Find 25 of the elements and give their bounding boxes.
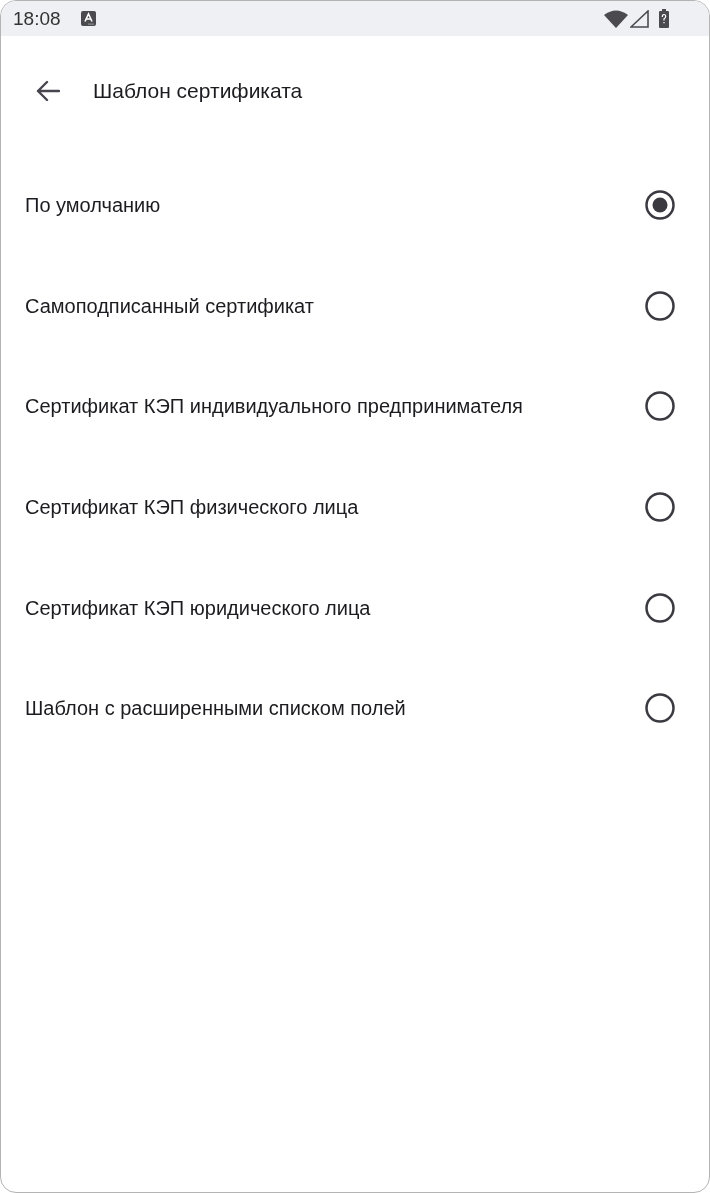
option-label: Самоподписанный сертификат — [25, 293, 315, 319]
option-row[interactable]: Сертификат КЭП физического лица — [1, 456, 709, 558]
option-label: Сертификат КЭП индивидуального предпринимателя — [25, 394, 524, 420]
app-notification-icon — [80, 11, 96, 26]
option-label: Шаблон с расширенными списком полей — [25, 696, 407, 722]
option-row[interactable]: Шаблон с расширенными списком полей — [1, 657, 709, 759]
radio-selected-icon[interactable] — [645, 190, 675, 221]
wifi-icon — [604, 9, 628, 28]
option-label: Сертификат КЭП юридического лица — [25, 595, 372, 621]
option-label: По умолчанию — [25, 193, 162, 219]
option-row[interactable]: Сертификат КЭП индивидуального предпринимателя — [1, 356, 709, 457]
signal-icon — [630, 9, 649, 28]
option-label: Сертификат КЭП физического лица — [25, 495, 360, 521]
option-row[interactable]: Сертификат КЭП юридического лица — [1, 557, 709, 658]
back-arrow-icon — [36, 80, 60, 102]
option-row[interactable]: Самоподписанный сертификат — [1, 255, 709, 357]
option-row[interactable]: По умолчанию — [1, 155, 709, 256]
screen-title: Шаблон сертификата — [93, 78, 303, 105]
battery-icon — [659, 9, 669, 28]
radio-unselected-icon[interactable] — [645, 492, 675, 523]
radio-unselected-icon[interactable] — [645, 391, 675, 422]
radio-unselected-icon[interactable] — [645, 592, 675, 623]
status-time: 18:08 — [13, 9, 61, 28]
radio-unselected-icon[interactable] — [645, 290, 675, 321]
radio-unselected-icon[interactable] — [645, 693, 675, 724]
